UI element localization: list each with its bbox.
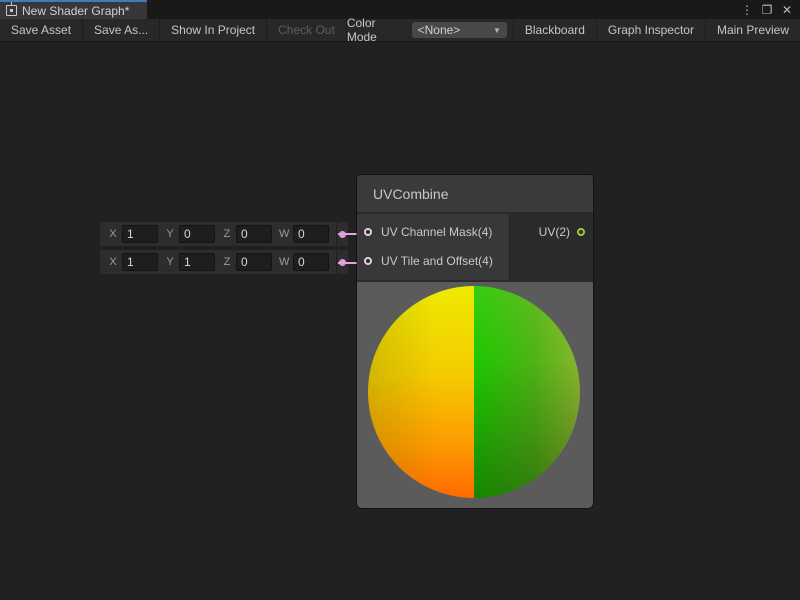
input-port-icon[interactable] <box>364 257 372 265</box>
input-port-row: UV Tile and Offset(4) <box>357 246 509 275</box>
vector4-input-row-1[interactable]: X Y Z W <box>100 222 348 246</box>
blackboard-button[interactable]: Blackboard <box>513 19 596 41</box>
shader-graph-icon <box>6 5 17 16</box>
w-label: W <box>279 256 289 268</box>
output-port-label: UV(2) <box>539 225 570 239</box>
output-port-icon[interactable] <box>577 228 585 236</box>
vector2-x-field[interactable] <box>122 253 158 271</box>
main-preview-button[interactable]: Main Preview <box>705 19 800 41</box>
w-label: W <box>279 228 289 240</box>
vector1-x-field[interactable] <box>122 225 158 243</box>
sphere-right-half <box>474 286 580 498</box>
preview-sphere <box>368 286 580 498</box>
dropdown-arrow-icon: ▼ <box>493 26 501 35</box>
node-preview <box>357 280 593 508</box>
x-label: X <box>108 256 118 268</box>
node-input-ports: UV Channel Mask(4) UV Tile and Offset(4) <box>357 214 509 280</box>
shader-graph-toolbar: Save Asset Save As... Show In Project Ch… <box>0 19 800 42</box>
save-as-button[interactable]: Save As... <box>83 19 160 41</box>
document-tab[interactable]: New Shader Graph* <box>0 0 147 19</box>
close-icon[interactable]: ✕ <box>780 3 794 17</box>
maximize-icon[interactable]: ❐ <box>760 3 774 17</box>
save-asset-button[interactable]: Save Asset <box>0 19 83 41</box>
vector4-input-row-2[interactable]: X Y Z W <box>100 250 348 274</box>
vector1-w-field[interactable] <box>293 225 329 243</box>
show-in-project-button[interactable]: Show In Project <box>160 19 267 41</box>
node-uvcombine[interactable]: UVCombine UV Channel Mask(4) UV Tile and… <box>357 175 593 508</box>
node-output-port: UV(2) <box>509 214 593 280</box>
color-mode-dropdown[interactable]: <None> ▼ <box>412 22 507 38</box>
y-label: Y <box>165 256 175 268</box>
window-controls: ⋮ ❐ ✕ <box>740 0 800 19</box>
vector1-y-field[interactable] <box>179 225 215 243</box>
more-options-icon[interactable]: ⋮ <box>740 3 754 17</box>
node-body: UV Channel Mask(4) UV Tile and Offset(4)… <box>357 214 593 280</box>
input-port-row: UV Channel Mask(4) <box>357 217 509 246</box>
y-label: Y <box>165 228 175 240</box>
color-mode-value: <None> <box>418 23 461 37</box>
input-port-label: UV Channel Mask(4) <box>381 225 492 239</box>
tab-title: New Shader Graph* <box>22 4 129 18</box>
node-title-bar[interactable]: UVCombine <box>357 175 593 214</box>
input-port-icon[interactable] <box>364 228 372 236</box>
input-port-label: UV Tile and Offset(4) <box>381 254 493 268</box>
node-title: UVCombine <box>373 186 448 202</box>
vector2-y-field[interactable] <box>179 253 215 271</box>
graph-canvas[interactable]: X Y Z W X Y Z W UVCombine <box>0 42 800 600</box>
check-out-button: Check Out <box>267 19 347 41</box>
vector2-w-field[interactable] <box>293 253 329 271</box>
x-label: X <box>108 228 118 240</box>
vector1-z-field[interactable] <box>236 225 272 243</box>
vector2-z-field[interactable] <box>236 253 272 271</box>
z-label: Z <box>222 256 232 268</box>
z-label: Z <box>222 228 232 240</box>
graph-inspector-button[interactable]: Graph Inspector <box>596 19 705 41</box>
sphere-left-half <box>368 286 474 498</box>
color-mode-label: Color Mode <box>347 19 412 41</box>
